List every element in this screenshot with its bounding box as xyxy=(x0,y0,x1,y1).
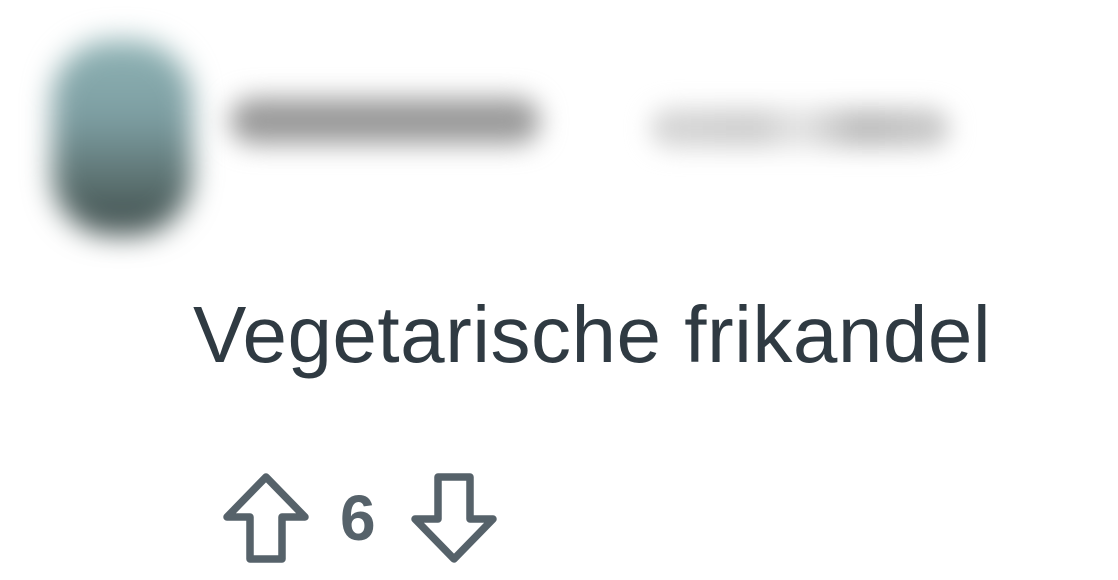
vote-score: 6 xyxy=(340,482,376,554)
username[interactable] xyxy=(230,98,540,144)
downvote-button[interactable] xyxy=(406,468,502,568)
comment: Vegetarische frikandel 6 xyxy=(0,0,1118,580)
avatar[interactable] xyxy=(52,40,192,235)
arrow-down-outline-icon xyxy=(410,473,497,563)
arrow-up-outline-icon xyxy=(223,473,309,563)
timestamp xyxy=(650,108,950,148)
comment-header xyxy=(0,0,1000,240)
upvote-button[interactable] xyxy=(218,468,314,568)
vote-bar: 6 xyxy=(218,468,502,568)
comment-body: Vegetarische frikandel xyxy=(193,290,992,379)
